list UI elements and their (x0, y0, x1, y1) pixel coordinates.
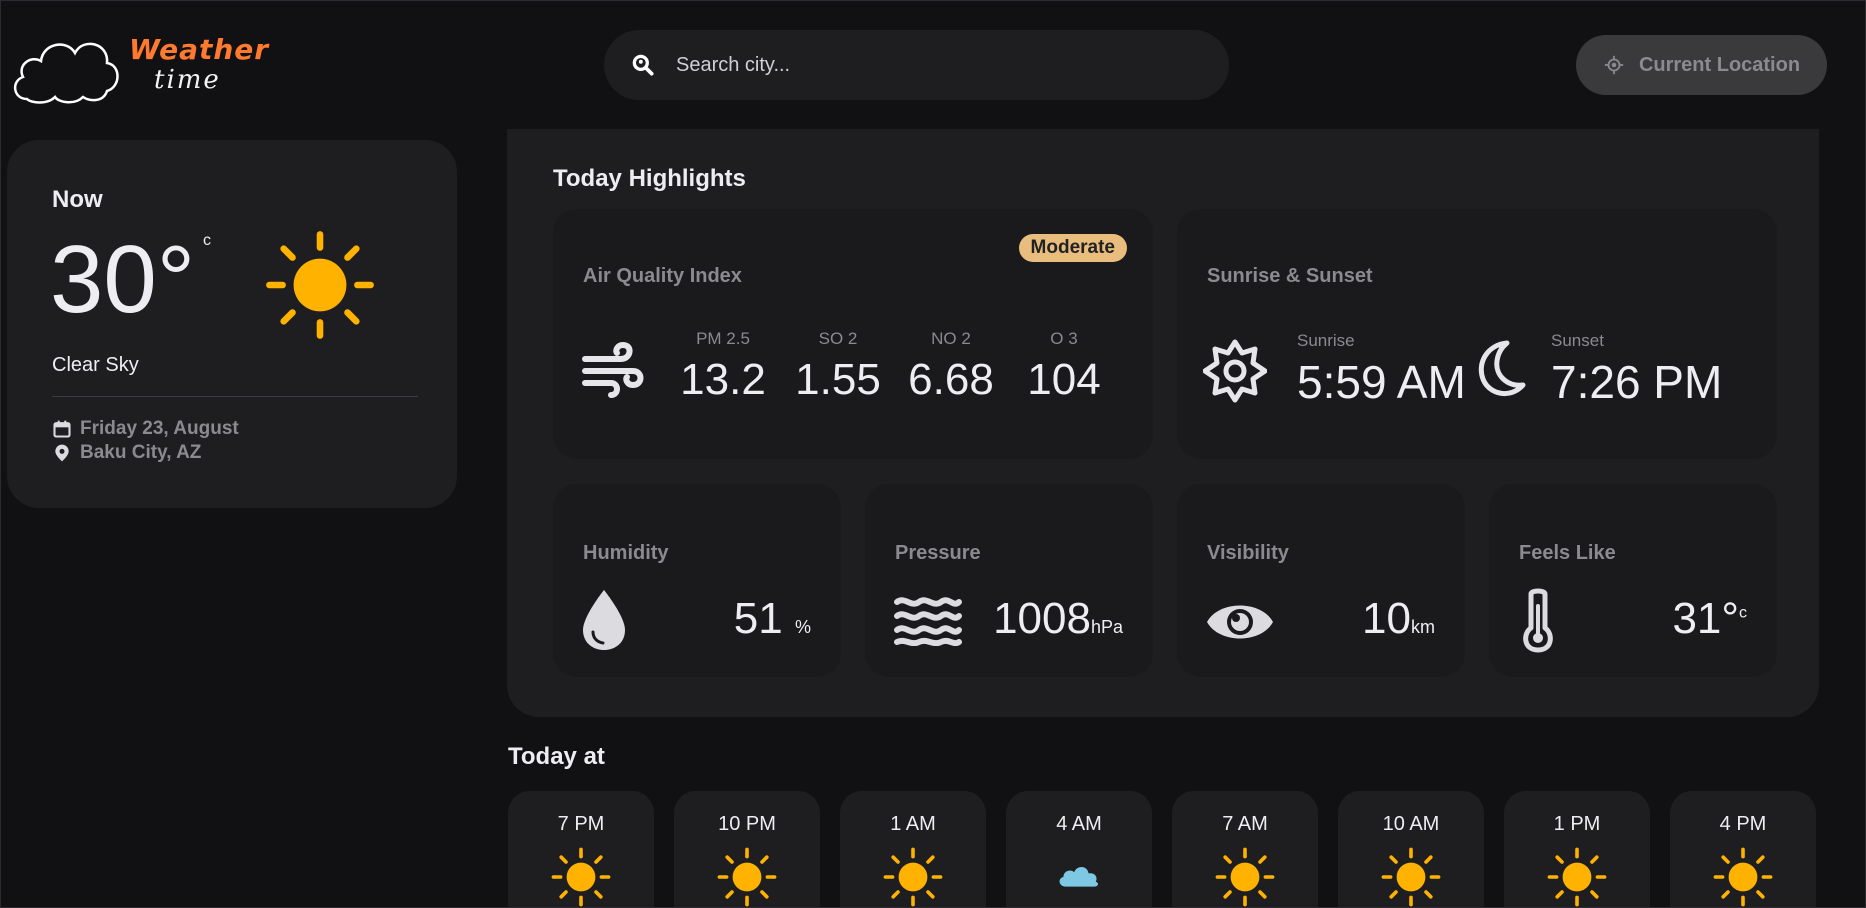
sunset-label: Sunset (1551, 331, 1604, 350)
logo[interactable]: Weather time (9, 25, 268, 105)
wind-icon (582, 341, 644, 398)
aqi-label: NO 2 (931, 329, 971, 348)
humidity-title: Humidity (583, 542, 669, 564)
pressure-card: Pressure 1008hPa (865, 484, 1153, 677)
hour-time: 10 PM (718, 813, 776, 835)
hourly-forecast-item: 7 PM (508, 791, 654, 907)
pressure-title: Pressure (895, 542, 981, 564)
sun-icon (266, 231, 374, 339)
hour-time: 1 PM (1553, 813, 1601, 835)
search-bar[interactable] (604, 30, 1229, 100)
pressure-number: 1008 (993, 594, 1091, 643)
aqi-label: PM 2.5 (696, 329, 750, 348)
search-icon (632, 54, 654, 76)
air-quality-badge: Moderate (1018, 234, 1127, 262)
hour-time: 10 AM (1382, 813, 1440, 835)
hourly-forecast-item: 10 AM (1338, 791, 1484, 907)
aqi-value: 104 (1027, 355, 1101, 404)
sunrise-icon (1203, 339, 1267, 403)
now-label: Now (52, 186, 103, 213)
location-pin-icon (55, 444, 69, 462)
current-temperature: 30° (50, 226, 196, 333)
aqi-value: 6.68 (908, 355, 994, 404)
current-weather-card: Now 30° c Clear Sky Friday 23, August Ba… (7, 140, 457, 508)
today-at-title: Today at (508, 743, 605, 770)
cloud-icon (1059, 866, 1098, 887)
sun-icon (883, 847, 943, 907)
humidity-value: 51 % (734, 594, 811, 644)
aqi-o3: O 3 104 (1014, 329, 1114, 405)
visibility-unit: km (1411, 617, 1435, 637)
current-location-button[interactable]: Current Location (1576, 35, 1827, 95)
thermometer-icon (1523, 588, 1553, 653)
air-quality-title: Air Quality Index (583, 265, 742, 287)
hour-time: 4 AM (1056, 813, 1102, 835)
divider (52, 396, 418, 397)
pressure-value: 1008hPa (993, 594, 1123, 644)
logo-text-time: time (154, 65, 221, 95)
hourly-forecast-item: 4 AM (1006, 791, 1152, 907)
aqi-value: 13.2 (680, 355, 766, 404)
logo-text-weather: Weather (129, 33, 270, 66)
hourly-forecast-item: 7 AM (1172, 791, 1318, 907)
app-window: Weather time Current Location Now 30° c (0, 0, 1866, 908)
sun-icon (1713, 847, 1773, 907)
cloud-logo-icon (14, 42, 119, 104)
date-row: Friday 23, August (52, 418, 239, 440)
current-location-label: Current Location (1638, 53, 1801, 76)
hourly-forecast-item: 1 PM (1504, 791, 1650, 907)
eye-icon (1207, 605, 1273, 639)
sunrise-sunset-title: Sunrise & Sunset (1207, 265, 1373, 287)
aqi-pm25: PM 2.5 13.2 (673, 329, 773, 405)
today-highlights-panel: Today Highlights Air Quality Index Moder… (507, 129, 1819, 717)
location-row: Baku City, AZ (52, 442, 201, 464)
temperature-unit: c (203, 232, 211, 249)
hour-time: 4 PM (1719, 813, 1767, 835)
pressure-unit: hPa (1090, 617, 1123, 637)
feels-like-unit: c (1739, 604, 1747, 622)
visibility-number: 10 (1362, 594, 1411, 643)
sunrise-sunset-card: Sunrise & Sunset Sunrise 5:59 AM Sunset … (1177, 209, 1777, 459)
aqi-value: 1.55 (795, 355, 881, 404)
sunrise-time: 5:59 AM (1297, 356, 1466, 408)
visibility-title: Visibility (1207, 542, 1289, 564)
hour-time: 7 AM (1222, 813, 1268, 835)
hourly-forecast-item: 1 AM (840, 791, 986, 907)
sun-icon (551, 847, 611, 907)
hourly-forecast-item: 10 PM (674, 791, 820, 907)
search-input[interactable] (674, 52, 1198, 78)
aqi-so2: SO 2 1.55 (788, 329, 888, 405)
aqi-no2: NO 2 6.68 (901, 329, 1001, 405)
hour-time: 7 PM (557, 813, 605, 835)
moon-icon (1478, 340, 1526, 396)
humidity-number: 51 (733, 594, 783, 643)
sunset-time: 7:26 PM (1551, 356, 1723, 408)
sunrise-label: Sunrise (1297, 331, 1355, 350)
crosshair-icon (1604, 55, 1624, 75)
sun-icon (1215, 847, 1275, 907)
weather-condition: Clear Sky (52, 354, 139, 376)
sun-icon (1381, 847, 1441, 907)
sun-icon (717, 847, 777, 907)
feels-like-title: Feels Like (1519, 542, 1616, 564)
visibility-card: Visibility 10km (1177, 484, 1465, 677)
aqi-label: O 3 (1050, 329, 1078, 348)
highlights-title: Today Highlights (553, 165, 746, 192)
feels-like-card: Feels Like 31°c (1489, 484, 1777, 677)
aqi-label: SO 2 (818, 329, 858, 348)
droplet-icon (583, 590, 625, 650)
date-text: Friday 23, August (80, 418, 239, 439)
humidity-unit: % (794, 617, 811, 637)
visibility-value: 10km (1362, 594, 1435, 644)
calendar-icon (53, 420, 71, 438)
hourly-forecast-item: 4 PM (1670, 791, 1816, 907)
waves-icon (894, 597, 962, 646)
feels-like-value: 31°c (1672, 594, 1747, 644)
feels-like-number: 31° (1672, 594, 1739, 643)
sun-icon (1547, 847, 1607, 907)
location-text: Baku City, AZ (80, 442, 202, 463)
humidity-card: Humidity 51 % (553, 484, 841, 677)
hour-time: 1 AM (890, 813, 936, 835)
air-quality-card: Air Quality Index Moderate PM 2.5 13.2 S… (553, 209, 1153, 459)
